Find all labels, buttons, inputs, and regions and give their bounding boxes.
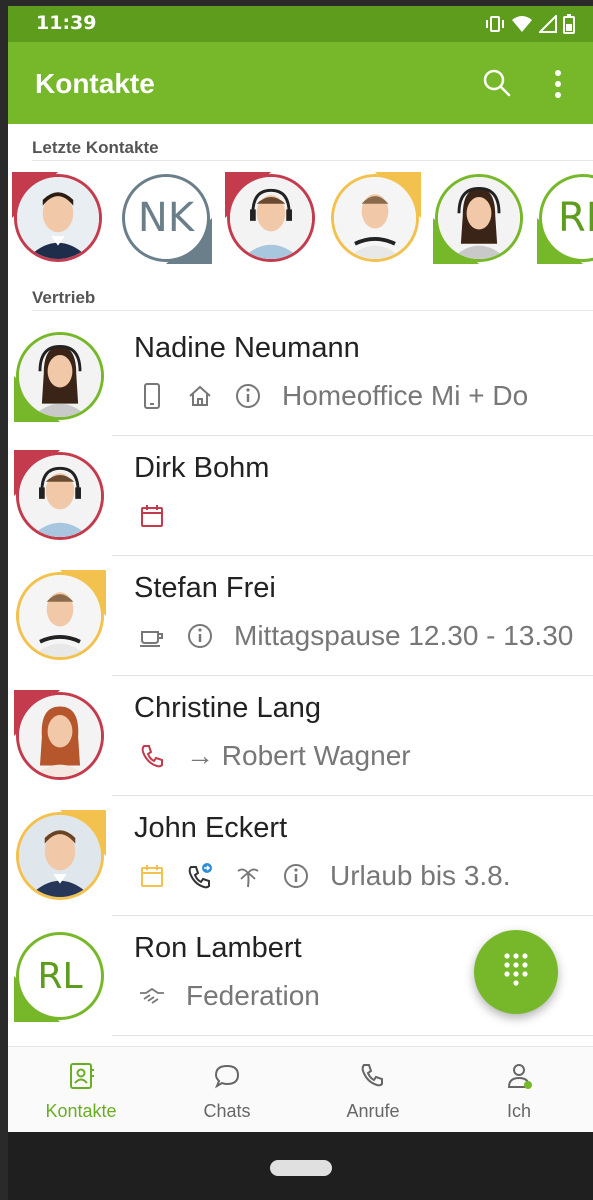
contact-status-line [138, 498, 186, 534]
status-note: Urlaub bis 3.8. [330, 860, 511, 891]
vibrate-icon [486, 16, 504, 32]
recent-contact-avatar[interactable] [433, 172, 525, 264]
phone-icon [138, 742, 166, 770]
calendar-icon [138, 502, 166, 530]
more-vert-icon[interactable] [546, 68, 570, 100]
contact-row[interactable]: John Eckert Urlaub bis 3.8. [8, 796, 593, 916]
contact-status-line: Federation [138, 978, 320, 1014]
status-time: 11:39 [36, 12, 97, 34]
recent-contacts-header: Letzte Kontakte [32, 138, 159, 157]
page-title: Kontakte [35, 68, 155, 99]
battery-icon [563, 14, 575, 34]
avatar-photo [227, 174, 315, 262]
avatar-photo [435, 174, 523, 262]
info-icon [282, 862, 310, 890]
divider [32, 160, 593, 161]
home-icon [186, 382, 214, 410]
handshake-icon [138, 982, 166, 1010]
tab-contacts[interactable]: Kontakte [8, 1047, 154, 1133]
contact-row[interactable]: Nadine Neumann Homeoffice Mi + Do [8, 316, 593, 436]
recent-contact-avatar[interactable]: RL [537, 172, 593, 264]
recent-contacts-strip[interactable]: NK RL [8, 172, 593, 264]
contact-name: Nadine Neumann [134, 332, 360, 364]
tab-label: Kontakte [45, 1101, 117, 1121]
status-bar: 11:39 [8, 6, 593, 42]
contact-status-line: Mittagspause 12.30 - 13.30 [138, 618, 573, 654]
contact-name: Ron Lambert [134, 932, 302, 964]
contact-avatar [14, 570, 106, 662]
recent-contact-avatar[interactable] [12, 172, 104, 264]
contact-row[interactable]: Stefan Frei Mittagspause 12.30 - 13.30 [8, 556, 593, 676]
recent-contact-avatar[interactable] [329, 172, 421, 264]
contact-avatar [14, 450, 106, 542]
chat-icon [214, 1064, 240, 1089]
status-note: Federation [186, 980, 320, 1011]
contact-name: Christine Lang [134, 692, 321, 724]
avatar-photo [331, 174, 419, 262]
avatar-photo [14, 174, 102, 262]
contact-name: Stefan Frei [134, 572, 276, 604]
recent-contact-avatar[interactable] [225, 172, 317, 264]
contact-name: John Eckert [134, 812, 288, 844]
contact-avatar [14, 810, 106, 902]
dialpad-icon [504, 953, 528, 986]
info-icon [234, 382, 262, 410]
tab-label: Anrufe [346, 1101, 400, 1121]
system-navigation-bar [8, 1132, 593, 1200]
avatar-initials: NK [122, 174, 210, 262]
search-icon[interactable] [482, 68, 512, 98]
calendar-icon [138, 862, 166, 890]
contact-status-line: Homeoffice Mi + Do [138, 378, 528, 414]
dialpad-button[interactable] [474, 930, 558, 1014]
contact-status-line: → Robert Wagner [138, 738, 411, 774]
contact-avatar [14, 690, 106, 782]
group-header: Vertrieb [32, 288, 96, 307]
status-note: Homeoffice Mi + Do [282, 380, 529, 411]
contact-name: Dirk Bohm [134, 452, 270, 484]
phone-forward-icon [186, 862, 214, 890]
signal-icon [539, 15, 557, 33]
home-gesture-pill[interactable] [270, 1160, 332, 1176]
status-note: → Robert Wagner [186, 740, 411, 771]
status-note: Mittagspause 12.30 - 13.30 [234, 620, 574, 651]
wifi-icon [512, 16, 532, 32]
tab-chats[interactable]: Chats [154, 1047, 300, 1133]
contact-row[interactable]: Dirk Bohm [8, 436, 593, 556]
app-bar: Kontakte [8, 42, 593, 124]
user-icon [507, 1064, 532, 1089]
contact-avatar: RL [14, 930, 106, 1022]
contact-status-line: Urlaub bis 3.8. [138, 858, 511, 894]
contacts-icon [70, 1063, 94, 1089]
tab-calls[interactable]: Anrufe [300, 1047, 446, 1133]
tab-me[interactable]: Ich [446, 1047, 592, 1133]
info-icon [186, 622, 214, 650]
app-frame: 11:39 Kontakte Letzte Kontakte NK R Vert… [8, 6, 593, 1200]
contact-row[interactable]: Christine Lang → Robert Wagner [8, 676, 593, 796]
tab-label: Chats [203, 1101, 251, 1121]
status-icons [485, 14, 575, 34]
tab-label: Ich [506, 1101, 531, 1121]
divider [112, 1035, 593, 1036]
palm-icon [234, 862, 262, 890]
recent-contact-avatar[interactable]: NK [120, 172, 212, 264]
mobile-icon [138, 382, 166, 410]
bottom-navigation: Kontakte Chats Anrufe Ich [8, 1046, 593, 1132]
contact-avatar [14, 330, 106, 422]
coffee-icon [138, 622, 166, 650]
phone-icon [361, 1064, 383, 1087]
divider [32, 310, 593, 311]
